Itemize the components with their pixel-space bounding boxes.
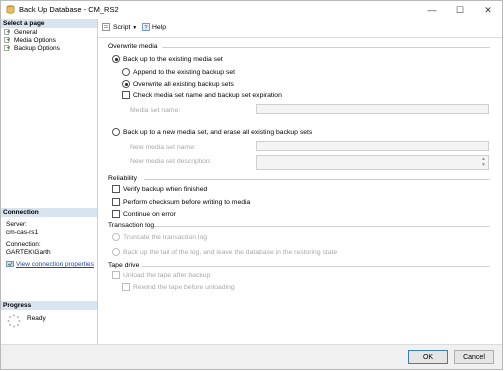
- rewind-tape-checkbox[interactable]: Rewind the tape before unloading: [122, 283, 235, 291]
- transaction-log-section-title: Transaction log: [108, 222, 155, 229]
- perform-checksum-checkbox[interactable]: Perform checksum before writing to media: [112, 198, 250, 206]
- section-divider: [154, 226, 490, 227]
- backup-new-label: Back up to a new media set, and erase al…: [123, 128, 313, 136]
- section-divider: [162, 47, 490, 48]
- close-button[interactable]: ✕: [474, 1, 502, 19]
- left-pane: Select a page General Media Options Back…: [1, 19, 98, 345]
- media-set-name-field[interactable]: [256, 104, 489, 114]
- title-bar: Back Up Database - CM_RS2 — ☐ ✕: [1, 1, 502, 19]
- verify-label: Verify backup when finished: [123, 185, 208, 193]
- help-label: Help: [152, 23, 166, 31]
- maximize-button[interactable]: ☐: [446, 1, 474, 19]
- new-media-set-description-label: New media set description:: [130, 158, 212, 165]
- truncate-log-radio[interactable]: Truncate the transaction log: [112, 233, 207, 241]
- unload-tape-checkbox[interactable]: Unload the tape after backup: [112, 271, 210, 279]
- new-media-set-name-label: New media set name:: [130, 144, 196, 151]
- script-icon: [102, 23, 110, 31]
- backup-database-window: Back Up Database - CM_RS2 — ☐ ✕ Select a…: [0, 0, 503, 370]
- checksum-label: Perform checksum before writing to media: [123, 198, 251, 206]
- append-backup-set-radio[interactable]: Append to the existing backup set: [122, 68, 235, 76]
- page-item-backup-options[interactable]: Backup Options: [4, 45, 60, 52]
- radio-indicator[interactable]: [122, 80, 130, 88]
- continue-on-error-checkbox[interactable]: Continue on error: [112, 210, 176, 218]
- overwrite-media-section-title: Overwrite media: [108, 43, 158, 50]
- radio-indicator[interactable]: [112, 55, 120, 63]
- window-title: Back Up Database - CM_RS2: [19, 5, 119, 14]
- page-icon: [4, 29, 11, 36]
- page-label: Backup Options: [14, 45, 60, 52]
- backup-existing-label: Back up to the existing media set: [123, 55, 223, 63]
- page-icon: [4, 45, 11, 52]
- checkbox-indicator[interactable]: [112, 271, 120, 279]
- radio-indicator[interactable]: [112, 233, 120, 241]
- section-divider: [142, 266, 490, 267]
- check-name-label: Check media set name and backup set expi…: [133, 91, 282, 99]
- rewind-label: Rewind the tape before unloading: [133, 283, 235, 291]
- checkbox-indicator[interactable]: [112, 185, 120, 193]
- backup-new-media-radio[interactable]: Back up to a new media set, and erase al…: [112, 128, 312, 136]
- connection-icon: [6, 261, 14, 267]
- connection-label: Connection:: [6, 241, 41, 248]
- media-set-name-label: Media set name:: [130, 107, 181, 114]
- connection-header: Connection: [1, 208, 97, 217]
- select-page-header: Select a page: [1, 19, 97, 28]
- checkbox-indicator[interactable]: [112, 210, 120, 218]
- checkbox-indicator[interactable]: [112, 198, 120, 206]
- radio-indicator[interactable]: [112, 248, 120, 256]
- progress-header: Progress: [1, 301, 97, 310]
- checkbox-indicator[interactable]: [122, 283, 130, 291]
- verify-backup-checkbox[interactable]: Verify backup when finished: [112, 185, 207, 193]
- append-label: Append to the existing backup set: [133, 68, 236, 76]
- media-options-page: Overwrite media Back up to the existing …: [98, 38, 502, 345]
- chevron-down-icon[interactable]: ▼: [132, 25, 137, 31]
- check-media-set-name-checkbox[interactable]: Check media set name and backup set expi…: [122, 91, 282, 99]
- page-item-media-options[interactable]: Media Options: [4, 37, 56, 44]
- continue-label: Continue on error: [123, 210, 176, 218]
- script-label: Script: [113, 23, 131, 31]
- overwrite-all-label: Overwrite all existing backup sets: [133, 80, 234, 88]
- script-button[interactable]: Script ▼: [102, 23, 137, 31]
- backup-existing-media-radio[interactable]: Back up to the existing media set: [112, 55, 223, 63]
- new-media-set-name-field[interactable]: [256, 141, 489, 151]
- toolbar: Script ▼ ? Help: [98, 19, 502, 38]
- help-icon: ?: [142, 23, 150, 31]
- page-item-general[interactable]: General: [4, 29, 37, 36]
- connection-value: GARTEK\Garth: [6, 249, 51, 256]
- tail-label: Back up the tail of the log, and leave t…: [123, 248, 338, 256]
- backup-tail-of-log-radio[interactable]: Back up the tail of the log, and leave t…: [112, 248, 337, 256]
- reliability-section-title: Reliability: [108, 175, 138, 182]
- database-icon: [6, 5, 15, 14]
- truncate-label: Truncate the transaction log: [123, 233, 208, 241]
- page-label: Media Options: [14, 37, 56, 44]
- cancel-button[interactable]: Cancel: [454, 350, 494, 364]
- progress-status: Ready: [27, 315, 46, 322]
- radio-indicator[interactable]: [122, 68, 130, 76]
- server-label: Server:: [6, 221, 27, 228]
- minimize-button[interactable]: —: [418, 1, 446, 19]
- view-connection-properties[interactable]: View connection properties: [6, 261, 94, 268]
- dialog-button-bar: OK Cancel: [1, 344, 502, 369]
- unload-label: Unload the tape after backup: [123, 271, 211, 279]
- ok-button[interactable]: OK: [408, 350, 448, 364]
- overwrite-all-radio[interactable]: Overwrite all existing backup sets: [122, 80, 234, 88]
- radio-indicator[interactable]: [112, 128, 120, 136]
- checkbox-indicator[interactable]: [122, 91, 130, 99]
- section-divider: [144, 179, 490, 180]
- scroll-arrows-icon[interactable]: ▲ ▼: [481, 156, 486, 168]
- page-label: General: [14, 29, 38, 36]
- progress-spinner-icon: [7, 314, 21, 328]
- page-icon: [4, 37, 11, 44]
- help-button[interactable]: ? Help: [142, 23, 166, 31]
- server-value: cm-cas-rs1: [6, 229, 39, 236]
- tape-drive-section-title: Tape drive: [108, 262, 140, 269]
- view-connection-link[interactable]: View connection properties: [16, 261, 94, 268]
- new-media-set-description-field[interactable]: ▲ ▼: [256, 155, 489, 170]
